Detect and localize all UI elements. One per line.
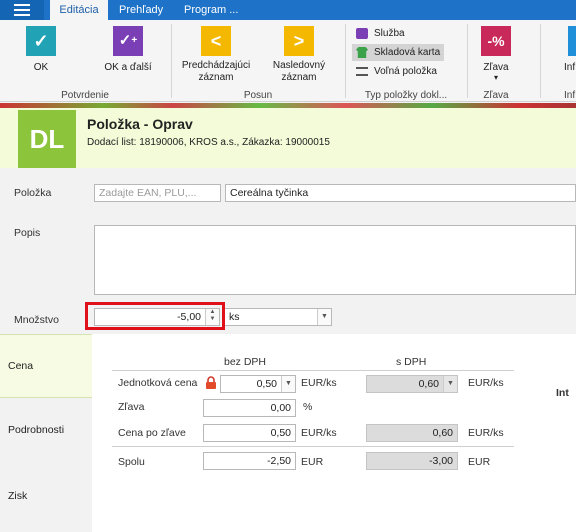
list-icon: [356, 67, 368, 76]
ribbon-separator: [171, 24, 172, 98]
next-record-label-1: Nasledovný: [272, 60, 326, 71]
info-label: Inf: [564, 62, 576, 73]
discount-button[interactable]: -% Zľava ▾: [474, 24, 518, 88]
group-label-potvrdenie: Potvrdenie: [61, 90, 109, 101]
item-type-stock-card[interactable]: Skladová karta: [352, 44, 444, 61]
hamburger-menu-icon[interactable]: [0, 0, 44, 20]
unit-price-vat-value: 0,60: [418, 378, 439, 390]
page-subtitle: Dodací list: 18190006, KROS a.s., Zákazk…: [87, 137, 330, 148]
total-input[interactable]: -2,50: [203, 452, 296, 470]
unit-price-input[interactable]: 0,50 ▼: [220, 375, 296, 393]
checkmark-plus-icon: ✓ +: [113, 26, 143, 56]
unit-price-label: Jednotková cena: [118, 377, 198, 389]
total-vat-unit: EUR: [468, 456, 491, 468]
chevron-down-icon: ▼: [317, 309, 331, 325]
item-type-free[interactable]: Voľná položka: [352, 63, 444, 80]
ean-placeholder: Zadajte EAN, PLU,...: [99, 187, 197, 199]
tshirt-icon: [356, 47, 368, 58]
ribbon-separator: [467, 24, 468, 98]
chevron-right-icon: >: [284, 26, 314, 56]
unit-price-value: 0,50: [256, 378, 277, 390]
group-label-typ-polozky: Typ položky dokl...: [364, 90, 448, 101]
unit-price-vat-input[interactable]: 0,60 ▼: [366, 375, 458, 393]
briefcase-icon: [356, 28, 368, 39]
unit-price-vat-unit: EUR/ks: [468, 377, 504, 389]
nav-podrobnosti[interactable]: Podrobnosti: [0, 424, 92, 436]
price-after-discount-input[interactable]: 0,50: [203, 424, 296, 442]
quantity-label: Množstvo: [14, 314, 59, 326]
group-label-posun: Posun: [243, 90, 273, 101]
total-unit: EUR: [301, 456, 324, 468]
discount-unit: %: [303, 401, 313, 413]
ean-input[interactable]: Zadajte EAN, PLU,...: [94, 184, 221, 202]
previous-record-label-1: Predchádzajúci: [181, 60, 251, 71]
tab-prehlady[interactable]: Prehľady: [119, 0, 163, 20]
ribbon-separator: [540, 24, 541, 98]
ok-next-label: OK a ďalší: [104, 62, 152, 73]
group-label-info: Inf: [564, 90, 576, 101]
description-label: Popis: [14, 227, 41, 239]
info-icon: [568, 26, 576, 56]
price-after-discount-vat-unit: EUR/ks: [468, 427, 504, 439]
lock-icon[interactable]: [205, 376, 217, 390]
chevron-down-icon: ▼: [443, 376, 457, 392]
ribbon-separator: [345, 24, 346, 98]
item-name-input[interactable]: Cereálna tyčinka: [225, 184, 576, 202]
price-after-discount-unit: EUR/ks: [301, 427, 337, 439]
discount-field-label: Zľava: [118, 401, 145, 413]
item-type-free-label: Voľná položka: [374, 66, 437, 77]
info-button[interactable]: Inf: [556, 24, 576, 88]
side-nav: Cena Podrobnosti Zisk: [0, 334, 92, 532]
total-vat-input[interactable]: -3,00: [366, 452, 458, 470]
header-no-vat: bez DPH: [224, 356, 267, 368]
discount-input[interactable]: 0,00: [203, 399, 296, 417]
price-after-discount-vat-input[interactable]: 0,60: [366, 424, 458, 442]
percent-minus-icon: -%: [481, 26, 511, 56]
item-type-service[interactable]: Služba: [352, 25, 444, 42]
ok-button[interactable]: ✓ OK: [18, 24, 64, 88]
int-label: Int: [556, 387, 569, 399]
divider: [112, 370, 514, 371]
unit-value: ks: [229, 311, 240, 323]
description-textarea[interactable]: [94, 225, 576, 295]
chevron-left-icon: <: [201, 26, 231, 56]
item-type-service-label: Služba: [374, 28, 405, 39]
previous-record-label-2: záznam: [198, 72, 234, 83]
unit-price-unit: EUR/ks: [301, 377, 337, 389]
item-label: Položka: [14, 187, 52, 199]
previous-record-button[interactable]: < Predchádzajúci záznam: [180, 24, 252, 88]
tab-editacia[interactable]: Editácia: [50, 0, 108, 20]
divider: [112, 446, 514, 447]
nav-cena[interactable]: Cena: [0, 334, 92, 398]
next-record-button[interactable]: > Nasledovný záznam: [264, 24, 334, 88]
ok-next-button[interactable]: ✓ + OK a ďalší: [98, 24, 158, 88]
next-record-label-2: záznam: [281, 72, 317, 83]
total-label: Spolu: [118, 456, 145, 468]
page-title: Položka - Oprav: [87, 116, 193, 132]
item-type-stock-card-label: Skladová karta: [374, 47, 441, 58]
chevron-down-icon: ▼: [281, 376, 295, 392]
group-label-zlava: Zľava: [483, 90, 509, 101]
ribbon: ✓ OK ✓ + OK a ďalší Potvrdenie < Predchád…: [0, 20, 576, 102]
chevron-down-icon: ▾: [493, 73, 498, 82]
ok-label: OK: [33, 62, 49, 73]
header-with-vat: s DPH: [396, 356, 427, 368]
nav-zisk[interactable]: Zisk: [0, 490, 92, 502]
highlight-box: [85, 302, 225, 330]
tab-program[interactable]: Program ...: [184, 0, 238, 20]
document-badge: DL: [18, 110, 76, 168]
unit-select[interactable]: ks ▼: [224, 308, 332, 326]
ribbon-tab-bar: Editácia Prehľady Program ...: [0, 0, 576, 20]
checkmark-icon: ✓: [26, 26, 56, 56]
price-after-discount-label: Cena po zľave: [118, 427, 186, 439]
